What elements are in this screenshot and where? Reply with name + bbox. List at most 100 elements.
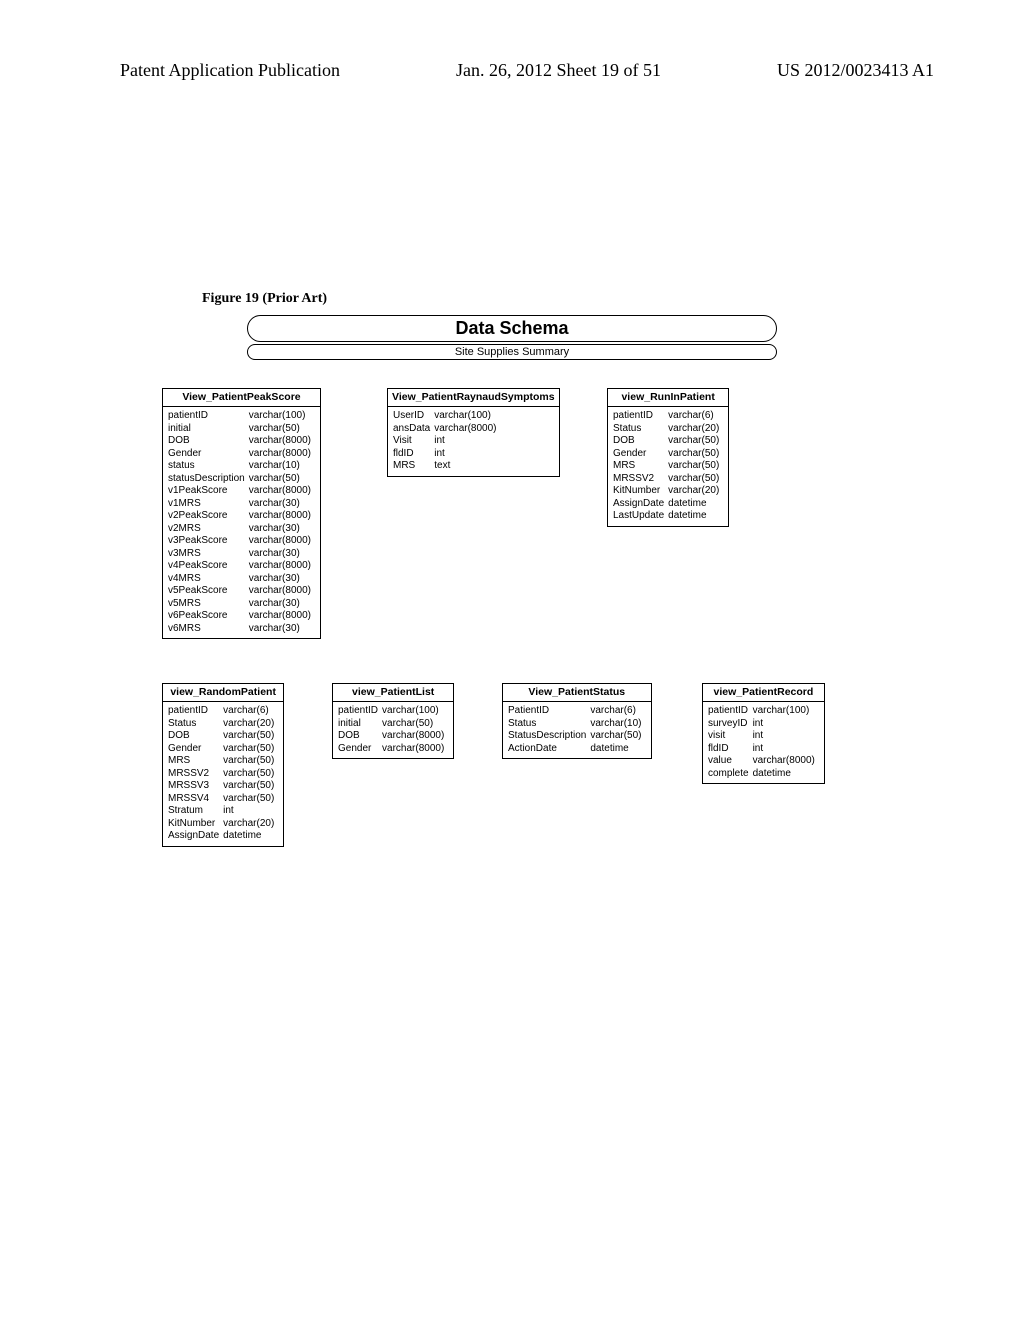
db-column-type: varchar(20) xyxy=(668,485,723,498)
db-column-name: Visit xyxy=(393,435,434,448)
db-column-type: varchar(50) xyxy=(668,435,723,448)
db-column-type: varchar(8000) xyxy=(249,485,315,498)
db-column-row: LastUpdatedatetime xyxy=(613,510,723,523)
db-column-name: Gender xyxy=(168,448,249,461)
db-column-type: varchar(10) xyxy=(590,718,645,731)
db-column-row: ansDatavarchar(8000) xyxy=(393,423,501,436)
db-column-name: v5MRS xyxy=(168,598,249,611)
db-column-type: varchar(8000) xyxy=(249,510,315,523)
db-column-type: int xyxy=(223,805,278,818)
header-right: US 2012/0023413 A1 xyxy=(777,60,934,81)
db-column-name: patientID xyxy=(613,410,668,423)
db-column-name: complete xyxy=(708,768,753,781)
db-column-type: varchar(100) xyxy=(382,705,448,718)
db-column-row: v3MRSvarchar(30) xyxy=(168,548,315,561)
db-column-row: statusDescriptionvarchar(50) xyxy=(168,473,315,486)
db-column-type: int xyxy=(753,743,819,756)
db-column-row: StatusDescriptionvarchar(50) xyxy=(508,730,646,743)
db-column-row: patientIDvarchar(6) xyxy=(613,410,723,423)
db-column-type: varchar(30) xyxy=(249,523,315,536)
db-column-row: Statusvarchar(20) xyxy=(613,423,723,436)
db-column-name: ActionDate xyxy=(508,743,590,756)
db-column-name: StatusDescription xyxy=(508,730,590,743)
db-column-name: fldID xyxy=(708,743,753,756)
db-column-name: AssignDate xyxy=(168,830,223,843)
db-column-type: varchar(8000) xyxy=(249,535,315,548)
db-column-type: int xyxy=(753,718,819,731)
db-column-type: varchar(6) xyxy=(223,705,278,718)
db-table-name: view_PatientRecord xyxy=(702,683,825,702)
db-column-type: text xyxy=(434,460,500,473)
db-column-name: LastUpdate xyxy=(613,510,668,523)
db-column-name: DOB xyxy=(168,435,249,448)
db-column-row: v6MRSvarchar(30) xyxy=(168,623,315,636)
db-column-type: varchar(20) xyxy=(668,423,723,436)
db-column-row: v3PeakScorevarchar(8000) xyxy=(168,535,315,548)
db-column-row: Gendervarchar(50) xyxy=(613,448,723,461)
db-table-columns: patientIDvarchar(6)Statusvarchar(20)DOBv… xyxy=(607,407,729,527)
db-column-row: v4PeakScorevarchar(8000) xyxy=(168,560,315,573)
db-column-type: varchar(50) xyxy=(223,730,278,743)
db-column-row: visitint xyxy=(708,730,819,743)
db-column-type: varchar(50) xyxy=(223,780,278,793)
db-column-row: MRStext xyxy=(393,460,501,473)
schema-subtitle: Site Supplies Summary xyxy=(247,344,777,360)
db-table: view_RunInPatientpatientIDvarchar(6)Stat… xyxy=(607,388,729,527)
db-column-name: Status xyxy=(613,423,668,436)
db-table: view_PatientRecordpatientIDvarchar(100)s… xyxy=(702,683,825,784)
db-column-name: KitNumber xyxy=(168,818,223,831)
db-column-row: patientIDvarchar(100) xyxy=(708,705,819,718)
db-column-row: v2MRSvarchar(30) xyxy=(168,523,315,536)
db-table: View_PatientRaynaudSymptomsUserIDvarchar… xyxy=(387,388,560,477)
db-column-row: valuevarchar(8000) xyxy=(708,755,819,768)
db-column-name: DOB xyxy=(168,730,223,743)
db-column-name: DOB xyxy=(613,435,668,448)
db-table-name: view_RunInPatient xyxy=(607,388,729,407)
db-column-row: v2PeakScorevarchar(8000) xyxy=(168,510,315,523)
db-column-row: v4MRSvarchar(30) xyxy=(168,573,315,586)
db-column-row: Gendervarchar(8000) xyxy=(168,448,315,461)
db-table: View_PatientPeakScorepatientIDvarchar(10… xyxy=(162,388,321,639)
db-column-name: v6MRS xyxy=(168,623,249,636)
db-column-type: varchar(20) xyxy=(223,818,278,831)
db-column-row: MRSvarchar(50) xyxy=(168,755,278,768)
db-column-row: KitNumbervarchar(20) xyxy=(168,818,278,831)
db-column-type: varchar(50) xyxy=(223,743,278,756)
db-column-name: MRSSV2 xyxy=(168,768,223,781)
db-column-type: varchar(50) xyxy=(223,768,278,781)
db-column-name: v4PeakScore xyxy=(168,560,249,573)
db-column-row: v5PeakScorevarchar(8000) xyxy=(168,585,315,598)
db-column-type: varchar(30) xyxy=(249,573,315,586)
db-table-columns: PatientIDvarchar(6)Statusvarchar(10)Stat… xyxy=(502,702,652,759)
db-column-name: UserID xyxy=(393,410,434,423)
page-header: Patent Application Publication Jan. 26, … xyxy=(0,0,1024,91)
db-column-name: Status xyxy=(508,718,590,731)
db-column-name: initial xyxy=(168,423,249,436)
db-table-name: View_PatientPeakScore xyxy=(162,388,321,407)
db-column-type: int xyxy=(753,730,819,743)
db-column-row: ActionDatedatetime xyxy=(508,743,646,756)
db-column-name: v3PeakScore xyxy=(168,535,249,548)
db-column-row: Statusvarchar(10) xyxy=(508,718,646,731)
db-column-name: v4MRS xyxy=(168,573,249,586)
db-column-row: fldIDint xyxy=(393,448,501,461)
db-column-name: visit xyxy=(708,730,753,743)
db-table: View_PatientStatusPatientIDvarchar(6)Sta… xyxy=(502,683,652,759)
db-column-row: initialvarchar(50) xyxy=(168,423,315,436)
db-column-type: varchar(6) xyxy=(668,410,723,423)
db-column-type: varchar(20) xyxy=(223,718,278,731)
db-column-name: MRS xyxy=(168,755,223,768)
db-column-type: varchar(6) xyxy=(590,705,645,718)
db-column-name: v6PeakScore xyxy=(168,610,249,623)
db-column-row: Visitint xyxy=(393,435,501,448)
db-column-name: patientID xyxy=(338,705,382,718)
db-column-row: initialvarchar(50) xyxy=(338,718,448,731)
db-column-row: AssignDatedatetime xyxy=(613,498,723,511)
db-column-type: varchar(30) xyxy=(249,623,315,636)
db-column-type: varchar(50) xyxy=(590,730,645,743)
db-table-name: View_PatientStatus xyxy=(502,683,652,702)
db-column-name: status xyxy=(168,460,249,473)
db-column-name: ansData xyxy=(393,423,434,436)
db-column-type: datetime xyxy=(223,830,278,843)
db-column-name: statusDescription xyxy=(168,473,249,486)
